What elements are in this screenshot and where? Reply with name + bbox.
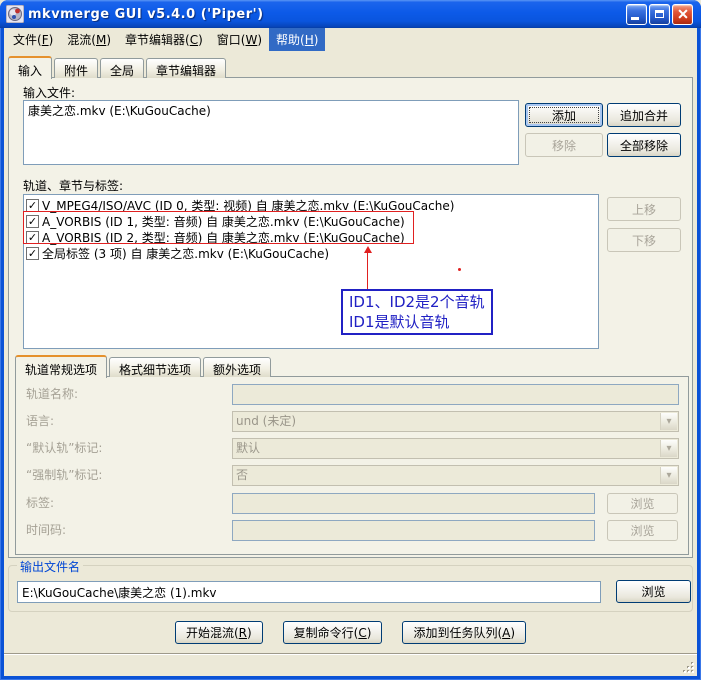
menu-muxing[interactable]: 混流(M) <box>60 28 118 51</box>
checkbox-checked-icon[interactable]: ✓ <box>26 246 39 260</box>
annotation-dot <box>458 268 461 271</box>
move-up-button: 上移 <box>607 197 681 221</box>
file-list-item[interactable]: 康美之恋.mkv (E:\KuGouCache) <box>24 101 518 118</box>
menu-help[interactable]: 帮助(H) <box>269 27 326 51</box>
chevron-down-icon: ▾ <box>660 467 677 484</box>
language-label: 语言: <box>26 414 55 428</box>
language-select: und (未定) ▾ <box>232 411 679 432</box>
file-label: 康美之恋.mkv (E:\KuGouCache) <box>28 103 211 118</box>
annotation-line1: ID1、ID2是2个音轨 <box>349 293 485 311</box>
output-filename-group: 输出文件名 浏览 <box>8 558 693 612</box>
timecodes-browse-button: 浏览 <box>607 520 678 541</box>
client-area: 文件(F) 混流(M) 章节编辑器(C) 窗口(W) 帮助(H) 输入 附件 全… <box>4 27 697 676</box>
start-muxing-button[interactable]: 开始混流(R) <box>174 621 263 644</box>
remove-button: 移除 <box>525 133 603 157</box>
output-filename-label: 输出文件名 <box>17 558 84 575</box>
track-options-tab-strip: 轨道常规选项 格式细节选项 额外选项 <box>15 354 273 378</box>
output-filename-input[interactable] <box>17 581 601 603</box>
track-name-input <box>232 384 679 405</box>
track-label: A_VORBIS (ID 1, 类型: 音频) 自 康美之恋.mkv (E:\K… <box>42 214 405 229</box>
menu-file[interactable]: 文件(F) <box>6 28 60 51</box>
input-file-list[interactable]: 康美之恋.mkv (E:\KuGouCache) <box>23 100 519 165</box>
status-divider <box>4 653 697 655</box>
output-browse-button[interactable]: 浏览 <box>616 580 691 603</box>
track-label: V_MPEG4/ISO/AVC (ID 0, 类型: 视频) 自 康美之恋.mk… <box>42 198 455 213</box>
default-track-flag-select: 默认 ▾ <box>232 438 679 459</box>
checkbox-checked-icon[interactable]: ✓ <box>26 198 39 212</box>
track-row-video[interactable]: ✓ V_MPEG4/ISO/AVC (ID 0, 类型: 视频) 自 康美之恋.… <box>24 197 598 213</box>
copy-command-line-button[interactable]: 复制命令行(C) <box>282 621 383 644</box>
append-button[interactable]: 追加合并 <box>607 103 681 127</box>
tags-browse-button: 浏览 <box>607 493 678 514</box>
app-icon <box>5 4 25 24</box>
forced-track-flag-select: 否 ▾ <box>232 465 679 486</box>
chevron-down-icon: ▾ <box>660 440 677 457</box>
window-controls <box>626 3 693 25</box>
annotation-note: ID1、ID2是2个音轨 ID1是默认音轨 <box>341 289 493 335</box>
input-files-label: 输入文件: <box>23 86 76 100</box>
checkbox-checked-icon[interactable]: ✓ <box>26 230 39 244</box>
tab-attachments[interactable]: 附件 <box>54 58 99 78</box>
tab-format-specific-options[interactable]: 格式细节选项 <box>109 357 202 377</box>
annotation-arrowhead-icon <box>364 246 372 253</box>
track-row-audio2[interactable]: ✓ A_VORBIS (ID 2, 类型: 音频) 自 康美之恋.mkv (E:… <box>24 229 598 245</box>
track-name-label: 轨道名称: <box>26 387 79 401</box>
tab-general-track-options[interactable]: 轨道常规选项 <box>15 355 108 378</box>
tags-input <box>232 493 595 514</box>
window-title: mkvmerge GUI v5.4.0 ('Piper') <box>28 6 264 22</box>
annotation-line2: ID1是默认音轨 <box>349 313 450 331</box>
timecodes-label: 时间码: <box>26 523 67 537</box>
action-button-row: 开始混流(R) 复制命令行(C) 添加到任务队列(A) <box>4 621 697 644</box>
default-track-flag-label: “默认轨”标记: <box>26 441 103 455</box>
title-bar[interactable]: mkvmerge GUI v5.4.0 ('Piper') <box>0 0 701 28</box>
track-row-global-tags[interactable]: ✓ 全局标签 (3 项) 自 康美之恋.mkv (E:\KuGouCache) <box>24 245 598 261</box>
maximize-button[interactable] <box>649 3 670 25</box>
app-window: mkvmerge GUI v5.4.0 ('Piper') 文件(F) 混流(M… <box>0 0 701 680</box>
move-down-button: 下移 <box>607 228 681 252</box>
track-row-audio1[interactable]: ✓ A_VORBIS (ID 1, 类型: 音频) 自 康美之恋.mkv (E:… <box>24 213 598 229</box>
tab-input[interactable]: 输入 <box>8 56 53 79</box>
tags-label: 标签: <box>26 496 55 510</box>
checkbox-checked-icon[interactable]: ✓ <box>26 214 39 228</box>
menu-window[interactable]: 窗口(W) <box>210 28 269 51</box>
minimize-icon <box>631 16 639 20</box>
input-tab-page: 输入文件: 康美之恋.mkv (E:\KuGouCache) 添加 追加合并 移… <box>8 77 693 558</box>
close-button[interactable] <box>672 3 693 25</box>
menu-chapter-editor[interactable]: 章节编辑器(C) <box>118 28 210 51</box>
add-to-job-queue-button[interactable]: 添加到任务队列(A) <box>402 621 527 644</box>
annotation-arrow-line <box>367 252 368 289</box>
track-label: 全局标签 (3 项) 自 康美之恋.mkv (E:\KuGouCache) <box>42 246 330 261</box>
minimize-button[interactable] <box>626 3 647 25</box>
resize-grip[interactable] <box>683 662 695 674</box>
maximize-icon <box>655 10 664 18</box>
track-options-panel: 轨道名称: 语言: und (未定) ▾ “默认轨”标记: 默认 ▾ “强制轨”… <box>15 376 689 555</box>
remove-all-button[interactable]: 全部移除 <box>607 133 681 157</box>
track-label: A_VORBIS (ID 2, 类型: 音频) 自 康美之恋.mkv (E:\K… <box>42 230 405 245</box>
tab-global[interactable]: 全局 <box>100 58 145 78</box>
track-list[interactable]: ✓ V_MPEG4/ISO/AVC (ID 0, 类型: 视频) 自 康美之恋.… <box>23 194 599 349</box>
tab-chapter-editor[interactable]: 章节编辑器 <box>146 58 227 78</box>
tracks-label: 轨道、章节与标签: <box>23 179 124 193</box>
main-tab-strip: 输入 附件 全局 章节编辑器 <box>8 55 228 79</box>
forced-track-flag-label: “强制轨”标记: <box>26 468 103 482</box>
add-button[interactable]: 添加 <box>525 103 603 127</box>
chevron-down-icon: ▾ <box>660 413 677 430</box>
menu-bar: 文件(F) 混流(M) 章节编辑器(C) 窗口(W) 帮助(H) <box>4 27 697 51</box>
tab-extra-options[interactable]: 额外选项 <box>203 357 272 377</box>
timecodes-input <box>232 520 595 541</box>
